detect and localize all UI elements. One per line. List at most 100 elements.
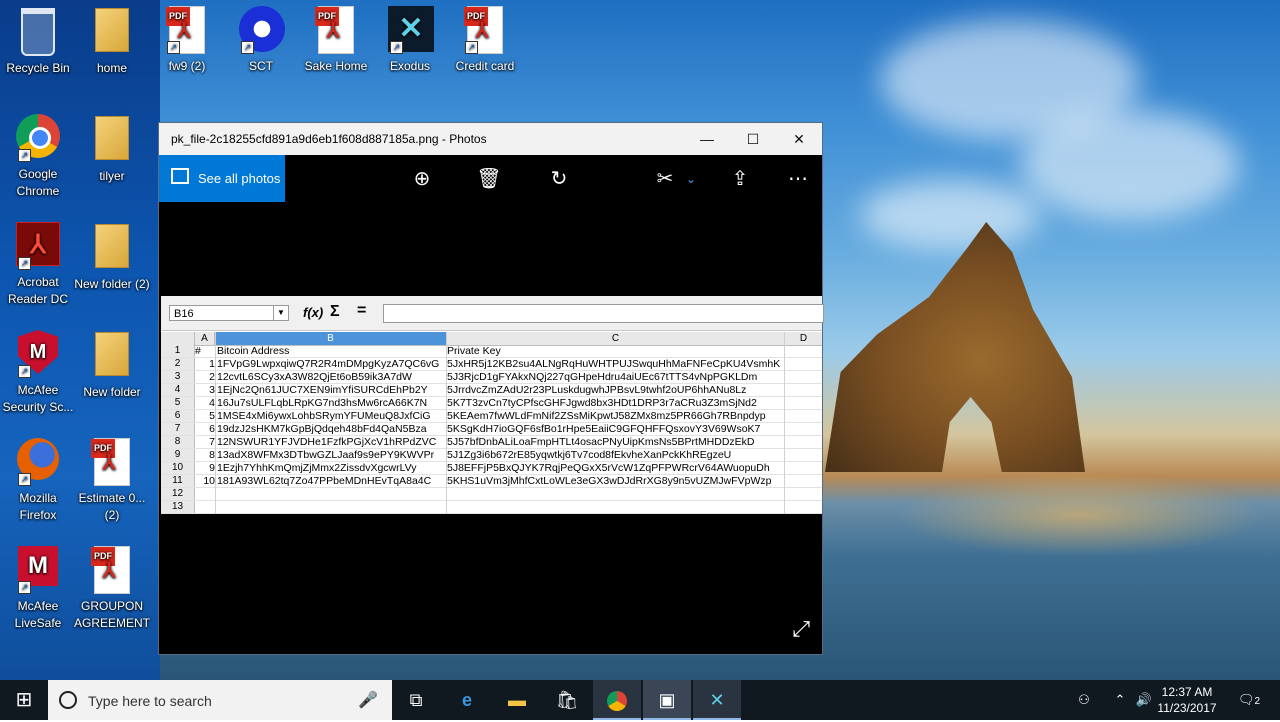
sea-arch-rock xyxy=(825,222,1085,472)
edit-create-icon[interactable]: ✂ xyxy=(651,165,679,193)
desktop-icon-fw9[interactable]: PDF ⅄ ↗ fw9 (2) xyxy=(149,6,225,75)
desktop-icon-new-folder[interactable]: New folder xyxy=(74,330,150,401)
desktop-icon-home[interactable]: home xyxy=(74,6,150,77)
icon-label: New folder xyxy=(83,385,141,399)
chevron-down-icon: ▼ xyxy=(273,306,288,320)
icon-label: Google Chrome xyxy=(16,167,60,198)
file-explorer-icon[interactable]: ▬ xyxy=(493,680,541,720)
more-options-icon[interactable]: ⋯ xyxy=(784,165,812,193)
desktop-icon-acrobat-reader[interactable]: ⅄ ↗ Acrobat Reader DC xyxy=(0,222,76,308)
chevron-down-icon[interactable]: ⌄ xyxy=(677,165,705,193)
volume-icon[interactable]: 🔊 xyxy=(1134,680,1154,720)
desktop-icon-sct[interactable]: ↗ SCT xyxy=(223,6,299,75)
photos-taskbar-icon[interactable]: ▣ xyxy=(643,680,691,720)
table-row: 3 2 12cvtL6SCy3xA3W82QjEt6oB59ik3A7dW 5J3Rj… xyxy=(161,371,822,384)
icon-label: Exodus xyxy=(389,59,431,73)
column-header-b: B xyxy=(215,332,447,345)
table-row: 10 9 1Ezjh7YhhKmQmjZjMmx2ZissdvXgcwrLVy 5J8… xyxy=(161,462,822,475)
shortcut-arrow-icon: ↗ xyxy=(18,257,31,270)
minimize-button[interactable]: — xyxy=(684,123,730,155)
folder-icon xyxy=(95,8,129,52)
desktop-icon-estimate[interactable]: PDF ⅄ Estimate 0... (2) xyxy=(74,438,150,524)
cortana-icon xyxy=(59,691,77,709)
function-wizard-icon: f(x) xyxy=(303,305,324,320)
cell-b-header: Bitcoin Address xyxy=(217,345,290,357)
maximize-button[interactable]: ☐ xyxy=(730,123,776,155)
table-row: 5 4 16Ju7sULFLqbLRpKG7nd3hsMw6rcA66K7N 5K7T… xyxy=(161,397,822,410)
desktop-icon-mcafee-livesafe[interactable]: M ↗ McAfee LiveSafe xyxy=(0,546,76,632)
search-placeholder: Type here to search xyxy=(88,693,212,709)
task-view-icon[interactable]: ⧉ xyxy=(392,680,440,720)
icon-label: Credit card xyxy=(455,59,515,73)
formula-input xyxy=(383,304,824,323)
icon-label: McAfee LiveSafe xyxy=(14,599,62,630)
shortcut-arrow-icon: ↗ xyxy=(167,41,180,54)
see-all-photos-label: See all photos xyxy=(198,171,281,186)
desktop-icon-mcafee-security[interactable]: M ↗ McAfee Security Sc... xyxy=(0,330,76,416)
table-row: 12 xyxy=(161,488,822,501)
window-title: pk_file-2c18255cfd891a9d6eb1f608d887185a… xyxy=(171,132,487,146)
table-row: 4 3 1EjNc2Qn61JUC7XEN9imYfiSURCdEhPb2Y 5Jrr… xyxy=(161,384,822,397)
icon-label: Sake Home xyxy=(304,59,368,73)
table-row: 2 1 1FVpG9LwpxqiwQ7R2R4mDMpgKyzA7QC6vG 5JxH… xyxy=(161,358,822,371)
icon-label: tilyer xyxy=(99,169,125,183)
cell-a-header: # xyxy=(195,345,201,357)
photo-icon xyxy=(171,168,189,184)
chevron-up-icon[interactable]: ⌃ xyxy=(1110,680,1130,720)
see-all-photos-button[interactable]: See all photos xyxy=(159,155,285,202)
grid-line xyxy=(446,332,447,514)
pdf-file-icon: PDF ⅄ xyxy=(315,6,354,54)
exodus-taskbar-icon[interactable]: ✕ xyxy=(693,680,741,720)
column-header-a: A xyxy=(195,332,215,345)
fullscreen-icon[interactable]: ⤢ xyxy=(792,616,810,642)
photos-toolbar: See all photos ⊕ 🗑 ↻ ✂ ⌄ ⇪ ⋯ xyxy=(159,155,822,202)
store-icon[interactable]: 🛍 xyxy=(543,680,591,720)
cloud xyxy=(1020,110,1240,220)
equals-icon: = xyxy=(357,302,367,319)
desktop-icon-mozilla-firefox[interactable]: ↗ Mozilla Firefox xyxy=(0,438,76,524)
search-box[interactable]: Type here to search 🎤 xyxy=(48,680,392,720)
icon-label: home xyxy=(96,61,128,75)
clock-time: 12:37 AM xyxy=(1161,685,1213,699)
zoom-icon[interactable]: ⊕ xyxy=(408,165,436,193)
notifications-button[interactable]: 🗨2 xyxy=(1234,680,1264,720)
start-button[interactable]: ⊞ xyxy=(0,680,48,720)
icon-label: GROUPON AGREEMENT xyxy=(74,599,151,630)
desktop-icon-sake-home[interactable]: PDF ⅄ Sake Home xyxy=(298,6,374,75)
delete-icon[interactable]: 🗑 xyxy=(475,165,503,193)
pdf-file-icon: PDF ⅄ xyxy=(91,546,130,594)
desktop-icon-exodus[interactable]: ✕ ↗ Exodus xyxy=(372,6,448,75)
people-icon[interactable]: ⚇ xyxy=(1072,680,1096,720)
rotate-icon[interactable]: ↻ xyxy=(545,165,573,193)
icon-label: Mozilla Firefox xyxy=(19,491,57,522)
shortcut-arrow-icon: ↗ xyxy=(241,41,254,54)
desktop-icon-google-chrome[interactable]: ↗ Google Chrome xyxy=(0,114,76,200)
spreadsheet-image: B16 ▼ f(x) Σ = A B C D 1 # Bitcoin Addres… xyxy=(161,296,824,514)
desktop-icon-groupon-agreement[interactable]: PDF ⅄ GROUPON AGREEMENT xyxy=(74,546,150,632)
icon-label: fw9 (2) xyxy=(168,59,206,73)
icon-label: McAfee Security Sc... xyxy=(2,383,74,414)
close-button[interactable]: ✕ xyxy=(776,123,822,155)
table-row: 7 6 19dzJ2sHKM7kGpBjQdqeh48bFd4QaN5Bza 5KSg… xyxy=(161,423,822,436)
share-icon[interactable]: ⇪ xyxy=(726,165,754,193)
desktop-icon-new-folder-2[interactable]: New folder (2) xyxy=(74,222,150,293)
cell-c-header: Private Key xyxy=(447,345,501,357)
edge-icon[interactable]: e xyxy=(443,680,491,720)
folder-icon xyxy=(95,116,129,160)
window-titlebar[interactable]: pk_file-2c18255cfd891a9d6eb1f608d887185a… xyxy=(159,123,822,155)
clock[interactable]: 12:37 AM 11/23/2017 xyxy=(1155,684,1219,716)
desktop-icon-tilyer[interactable]: tilyer xyxy=(74,114,150,185)
desktop-icon-recycle-bin[interactable]: Recycle Bin xyxy=(0,6,76,77)
column-header-d: D xyxy=(799,333,808,344)
shortcut-arrow-icon: ↗ xyxy=(18,473,31,486)
taskbar: ⊞ Type here to search 🎤 ⧉ e ▬ 🛍 ▣ ✕ ⚇ ⌃ … xyxy=(0,680,1280,720)
folder-icon xyxy=(95,332,129,376)
shortcut-arrow-icon: ↗ xyxy=(18,149,31,162)
shortcut-arrow-icon: ↗ xyxy=(465,41,478,54)
sum-icon: Σ xyxy=(330,303,340,320)
photos-window[interactable]: pk_file-2c18255cfd891a9d6eb1f608d887185a… xyxy=(159,123,824,654)
desktop-icon-credit-card[interactable]: PDF ⅄ ↗ Credit card xyxy=(447,6,523,75)
clock-date: 11/23/2017 xyxy=(1157,701,1217,715)
microphone-icon[interactable]: 🎤 xyxy=(358,690,378,710)
chrome-taskbar-icon[interactable] xyxy=(593,680,641,720)
